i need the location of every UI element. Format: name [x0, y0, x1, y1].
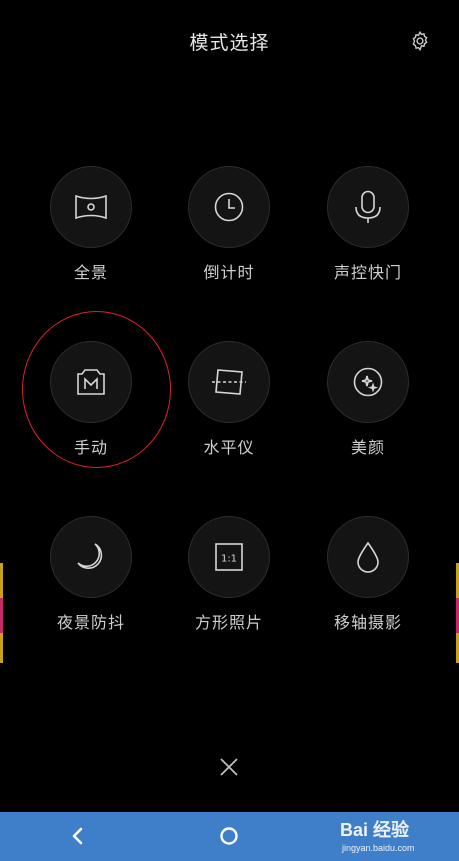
- moon-icon: [77, 543, 103, 569]
- mode-label: 移轴摄影: [333, 613, 402, 632]
- watermark: Bai 经验 jingyan.baidu.com: [340, 812, 455, 861]
- mode-square[interactable]: 1:1 方形照片: [159, 516, 299, 646]
- mode-circle[interactable]: [50, 166, 132, 248]
- mode-panorama[interactable]: 全景: [21, 166, 161, 296]
- mode-tilt-shift[interactable]: 移轴摄影: [298, 516, 438, 646]
- mode-circle[interactable]: [327, 166, 409, 248]
- mode-label: 声控快门: [333, 263, 402, 282]
- mode-label: 手动: [73, 438, 108, 457]
- svg-text:1:1: 1:1: [221, 554, 237, 565]
- mode-level[interactable]: 水平仪: [159, 341, 299, 471]
- level-icon: [212, 369, 246, 395]
- microphone-icon: [355, 190, 381, 223]
- mode-circle[interactable]: 1:1: [188, 516, 270, 598]
- tilt-shift-drop-icon: [357, 541, 379, 573]
- watermark-url: jingyan.baidu.com: [342, 843, 415, 853]
- watermark-logo: Bai 经验: [340, 820, 410, 840]
- page-title: 模式选择: [189, 32, 270, 54]
- beauty-sparkle-icon: [353, 367, 383, 397]
- mode-label: 美颜: [350, 438, 385, 457]
- header: 模式选择: [0, 0, 459, 82]
- square-1-1-icon: 1:1: [215, 543, 243, 571]
- mode-circle[interactable]: [188, 166, 270, 248]
- panorama-icon: [75, 194, 107, 220]
- mode-night[interactable]: 夜景防抖: [21, 516, 161, 646]
- mode-timer[interactable]: 倒计时: [159, 166, 299, 296]
- home-circle-icon[interactable]: [218, 825, 240, 847]
- manual-m-icon: [77, 369, 105, 395]
- mode-label: 倒计时: [203, 263, 255, 282]
- mode-manual[interactable]: 手动: [21, 341, 161, 471]
- mode-label: 方形照片: [194, 613, 263, 632]
- mode-voice-shutter[interactable]: 声控快门: [298, 166, 438, 296]
- mode-circle[interactable]: [188, 341, 270, 423]
- mode-label: 全景: [73, 263, 108, 282]
- edge-strip-left: [0, 563, 3, 663]
- mode-circle[interactable]: [327, 341, 409, 423]
- back-chevron-icon[interactable]: [66, 824, 90, 848]
- mode-label: 夜景防抖: [56, 613, 125, 632]
- mode-circle[interactable]: [327, 516, 409, 598]
- gear-icon[interactable]: [408, 29, 432, 53]
- mode-circle[interactable]: [50, 341, 132, 423]
- mode-beauty[interactable]: 美颜: [298, 341, 438, 471]
- close-icon[interactable]: [214, 752, 244, 782]
- mode-circle[interactable]: [50, 516, 132, 598]
- mode-label: 水平仪: [203, 438, 255, 457]
- timer-clock-icon: [214, 192, 244, 222]
